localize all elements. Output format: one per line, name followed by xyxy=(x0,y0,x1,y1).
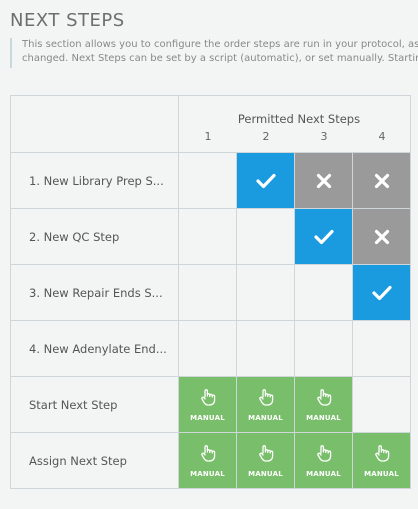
description-line-2: changed. Next Steps can be set by a scri… xyxy=(22,53,418,64)
hand-pointer-icon xyxy=(199,388,217,410)
matrix-row: 2. New QC Step xyxy=(10,208,411,265)
step-row-label: 1. New Library Prep S... xyxy=(10,152,179,209)
empty-cell xyxy=(236,264,295,321)
manual-label: MANUAL xyxy=(190,469,225,478)
matrix-row: 4. New Adenylate End... xyxy=(10,320,411,377)
manual-label: MANUAL xyxy=(306,413,341,422)
permitted-toggle-off[interactable] xyxy=(294,152,353,209)
column-number: 1 xyxy=(204,130,212,143)
column-number: 4 xyxy=(378,130,386,143)
column-number: 3 xyxy=(320,130,328,143)
hand-pointer-icon xyxy=(315,388,333,410)
action-row: Start Next Step MANUAL MANUAL MANUAL xyxy=(10,376,411,433)
manual-button[interactable]: MANUAL xyxy=(352,432,411,489)
hand-pointer-icon xyxy=(257,444,275,466)
close-icon xyxy=(353,209,410,264)
matrix-row: 1. New Library Prep S... xyxy=(10,152,411,209)
manual-button[interactable]: MANUAL xyxy=(178,376,237,433)
close-icon xyxy=(295,153,352,208)
permitted-toggle-on[interactable] xyxy=(236,152,295,209)
manual-button[interactable]: MANUAL xyxy=(236,376,295,433)
permitted-next-steps-title: Permitted Next Steps xyxy=(237,112,361,126)
manual-button-content: MANUAL xyxy=(353,433,410,488)
manual-button[interactable]: MANUAL xyxy=(294,432,353,489)
manual-label: MANUAL xyxy=(306,469,341,478)
manual-label: MANUAL xyxy=(364,469,399,478)
section-title: NEXT STEPS xyxy=(10,10,125,31)
empty-cell xyxy=(294,264,353,321)
check-icon xyxy=(295,209,352,264)
permitted-toggle-off[interactable] xyxy=(352,152,411,209)
permitted-toggle-off[interactable] xyxy=(352,208,411,265)
close-icon xyxy=(353,153,410,208)
column-numbers: 1 2 3 4 xyxy=(179,130,418,143)
step-row-label: 3. New Repair Ends S... xyxy=(10,264,179,321)
manual-button-content: MANUAL xyxy=(237,433,294,488)
permitted-toggle-on[interactable] xyxy=(352,264,411,321)
step-row-label: 4. New Adenylate End... xyxy=(10,320,179,377)
check-icon xyxy=(237,153,294,208)
manual-label: MANUAL xyxy=(248,413,283,422)
manual-button[interactable]: MANUAL xyxy=(178,432,237,489)
hand-pointer-icon xyxy=(315,444,333,466)
step-row-label: 2. New QC Step xyxy=(10,208,179,265)
hand-pointer-icon xyxy=(199,444,217,466)
description-line-1: This section allows you to configure the… xyxy=(22,39,418,50)
empty-cell xyxy=(178,208,237,265)
matrix-corner xyxy=(10,95,179,153)
manual-button-content: MANUAL xyxy=(295,377,352,432)
action-row: Assign Next Step MANUAL MANUAL MANUAL MANUAL xyxy=(10,432,411,489)
empty-cell xyxy=(178,152,237,209)
manual-button[interactable]: MANUAL xyxy=(294,376,353,433)
manual-label: MANUAL xyxy=(190,413,225,422)
permitted-toggle-on[interactable] xyxy=(294,208,353,265)
manual-button[interactable]: MANUAL xyxy=(236,432,295,489)
empty-cell xyxy=(178,264,237,321)
manual-button-content: MANUAL xyxy=(179,433,236,488)
matrix-row: 3. New Repair Ends S... xyxy=(10,264,411,321)
action-row-label: Start Next Step xyxy=(10,376,179,433)
action-row-label: Assign Next Step xyxy=(10,432,179,489)
empty-cell xyxy=(352,320,411,377)
manual-button-content: MANUAL xyxy=(179,377,236,432)
next-steps-matrix: Permitted Next Steps 1 2 3 4 1. New Libr… xyxy=(10,95,411,489)
empty-cell xyxy=(236,320,295,377)
hand-pointer-icon xyxy=(373,444,391,466)
hand-pointer-icon xyxy=(257,388,275,410)
empty-cell xyxy=(236,208,295,265)
check-icon xyxy=(353,265,410,320)
manual-button-content: MANUAL xyxy=(237,377,294,432)
manual-label: MANUAL xyxy=(248,469,283,478)
manual-button-content: MANUAL xyxy=(295,433,352,488)
permitted-next-steps-header: Permitted Next Steps 1 2 3 4 xyxy=(178,95,411,153)
empty-cell xyxy=(352,376,411,433)
empty-cell xyxy=(294,320,353,377)
empty-cell xyxy=(178,320,237,377)
section-description: This section allows you to configure the… xyxy=(10,38,418,68)
column-number: 2 xyxy=(262,130,270,143)
